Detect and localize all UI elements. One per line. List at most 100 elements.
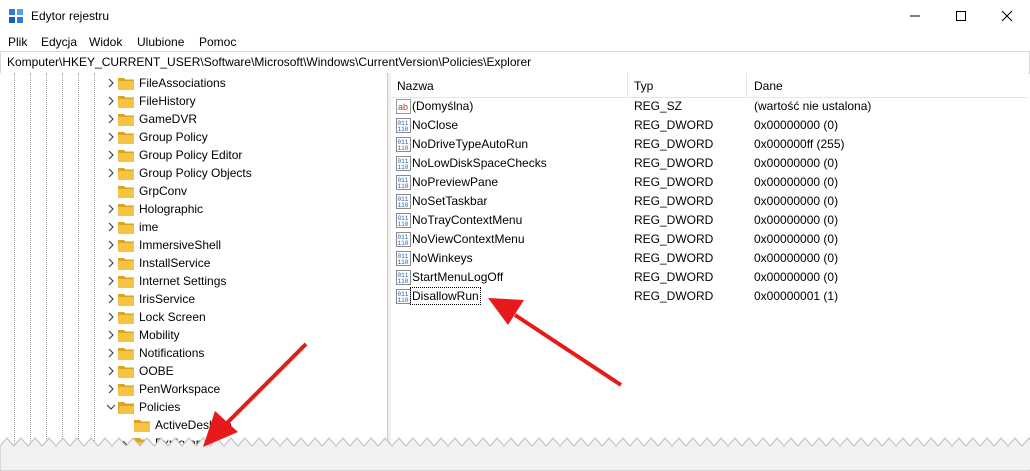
tree-item-label: Group Policy Objects [139,166,252,180]
value-type: REG_DWORD [634,194,714,208]
chevron-right-icon[interactable] [106,347,116,359]
value-row[interactable]: 011 110 NoPreviewPane REG_DWORD 0x00000000 (… [391,173,1028,192]
tree-item-immersiveshell[interactable]: ImmersiveShell [0,236,386,254]
tree-item-mobility[interactable]: Mobility [0,326,386,344]
value-type: REG_DWORD [634,270,714,284]
tree-item-label: Notifications [139,346,205,360]
column-divider[interactable] [627,73,628,97]
chevron-right-icon[interactable] [106,149,116,161]
chevron-down-icon[interactable] [106,401,116,413]
chevron-right-icon[interactable] [106,275,116,287]
tree-item-ime[interactable]: ime [0,218,386,236]
chevron-right-icon[interactable] [106,365,116,377]
value-row[interactable]: 011 110 NoViewContextMenu REG_DWORD 0x000000… [391,230,1028,249]
value-name-edit-field[interactable]: DisallowRun [410,287,481,305]
binary-value-icon: 011110 [396,270,411,285]
value-name: (Domyślna) [412,99,474,113]
chevron-right-icon[interactable] [106,257,116,269]
menu-favorites[interactable]: Ulubione [137,35,184,49]
column-divider[interactable] [746,73,747,97]
chevron-right-icon[interactable] [106,383,116,395]
folder-icon [117,129,135,145]
chevron-right-icon[interactable] [106,131,116,143]
tree-item-oobe[interactable]: OOBE [0,362,386,380]
value-name: NoSetTaskbar [412,194,488,208]
svg-text:110: 110 [398,240,409,247]
value-type: REG_SZ [634,99,683,113]
column-header-data[interactable]: Dane [754,79,783,93]
column-header-name[interactable]: Nazwa [397,79,434,93]
value-data: 0x00000000 (0) [754,175,839,189]
close-icon [1001,10,1013,22]
tree-item-group-policy[interactable]: Group Policy [0,128,386,146]
tree-item-gamedvr[interactable]: GameDVR [0,110,386,128]
value-name: NoWinkeys [412,251,473,265]
value-row[interactable]: 011 110 StartMenuLogOff REG_DWORD 0x00000000… [391,268,1028,287]
value-row[interactable]: ab (Domyślna) REG_SZ (wartość nie ustalona) [391,97,1028,116]
menu-view[interactable]: Widok [89,35,122,49]
value-row[interactable]: 011 110 NoClose REG_DWORD 0x00000000 (0) [391,116,1028,135]
value-type: REG_DWORD [634,232,714,246]
tree-item-grpconv[interactable]: GrpConv [0,182,386,200]
tree-item-fileassociations[interactable]: FileAssociations [0,74,386,92]
tree-item-policies[interactable]: Policies [0,398,386,416]
tree-item-filehistory[interactable]: FileHistory [0,92,386,110]
folder-icon [117,291,135,307]
folder-icon [117,165,135,181]
chevron-right-icon[interactable] [106,311,116,323]
menu-help[interactable]: Pomoc [199,35,236,49]
folder-icon [117,255,135,271]
value-row[interactable]: 011 110 NoWinkeys REG_DWORD 0x00000000 (0) [391,249,1028,268]
chevron-right-icon[interactable] [106,293,116,305]
menu-edit[interactable]: Edycja [41,35,77,49]
chevron-right-icon[interactable] [106,167,116,179]
maximize-button[interactable] [938,0,984,32]
chevron-right-icon[interactable] [106,329,116,341]
tree-item-holographic[interactable]: Holographic [0,200,386,218]
chevron-right-icon[interactable] [106,113,116,125]
tree-item-penworkspace[interactable]: PenWorkspace [0,380,386,398]
value-name: NoViewContextMenu [412,232,525,246]
column-header-type[interactable]: Typ [634,79,653,93]
value-data: 0x00000000 (0) [754,194,839,208]
folder-icon [117,237,135,253]
svg-text:ab: ab [398,102,408,112]
tree-item-label: FileAssociations [139,76,226,90]
address-bar[interactable]: Komputer\HKEY_CURRENT_USER\Software\Micr… [0,51,1030,74]
tree-item-label: Holographic [139,202,204,216]
value-type: REG_DWORD [634,213,714,227]
tree-item-installservice[interactable]: InstallService [0,254,386,272]
tree-item-group-policy-editor[interactable]: Group Policy Editor [0,146,386,164]
address-path[interactable]: Komputer\HKEY_CURRENT_USER\Software\Micr… [7,55,531,69]
tree-item-internet-settings[interactable]: Internet Settings [0,272,386,290]
tree-item-irisservice[interactable]: IrisService [0,290,386,308]
tree-item-label: Group Policy [139,130,208,144]
value-row[interactable]: 011 110 NoDriveTypeAutoRun REG_DWORD 0x00000… [391,135,1028,154]
folder-icon [117,309,135,325]
svg-text:110: 110 [398,164,409,171]
regedit-icon [9,9,23,23]
minimize-button[interactable] [892,0,938,32]
value-row[interactable]: 011 110 NoSetTaskbar REG_DWORD 0x00000000 (0… [391,192,1028,211]
chevron-right-icon[interactable] [106,77,116,89]
chevron-right-icon[interactable] [106,95,116,107]
chevron-right-icon[interactable] [106,221,116,233]
tree-item-notifications[interactable]: Notifications [0,344,386,362]
key-tree[interactable]: FileAssociations FileHistory GameDVR Group … [0,73,386,471]
tree-item-group-policy-objects[interactable]: Group Policy Objects [0,164,386,182]
values-list[interactable]: Nazwa Typ Dane ab (Domyślna) REG_SZ (wartoś… [391,73,1028,471]
value-row[interactable]: 011 110 DisallowRun REG_DWORD 0x00000001 (1) [391,287,1028,306]
binary-value-icon: 011110 [396,156,411,171]
chevron-right-icon[interactable] [106,239,116,251]
tree-item-label: InstallService [139,256,211,270]
value-row[interactable]: 011 110 NoTrayContextMenu REG_DWORD 0x000000… [391,211,1028,230]
chevron-right-icon[interactable] [106,203,116,215]
value-row[interactable]: 011 110 NoLowDiskSpaceChecks REG_DWORD 0x000… [391,154,1028,173]
value-data: 0x00000000 (0) [754,251,839,265]
folder-icon [117,75,135,91]
menu-file[interactable]: Plik [8,35,27,49]
svg-text:110: 110 [398,202,409,209]
close-button[interactable] [984,0,1030,32]
value-name: NoClose [412,118,459,132]
tree-item-lock-screen[interactable]: Lock Screen [0,308,386,326]
